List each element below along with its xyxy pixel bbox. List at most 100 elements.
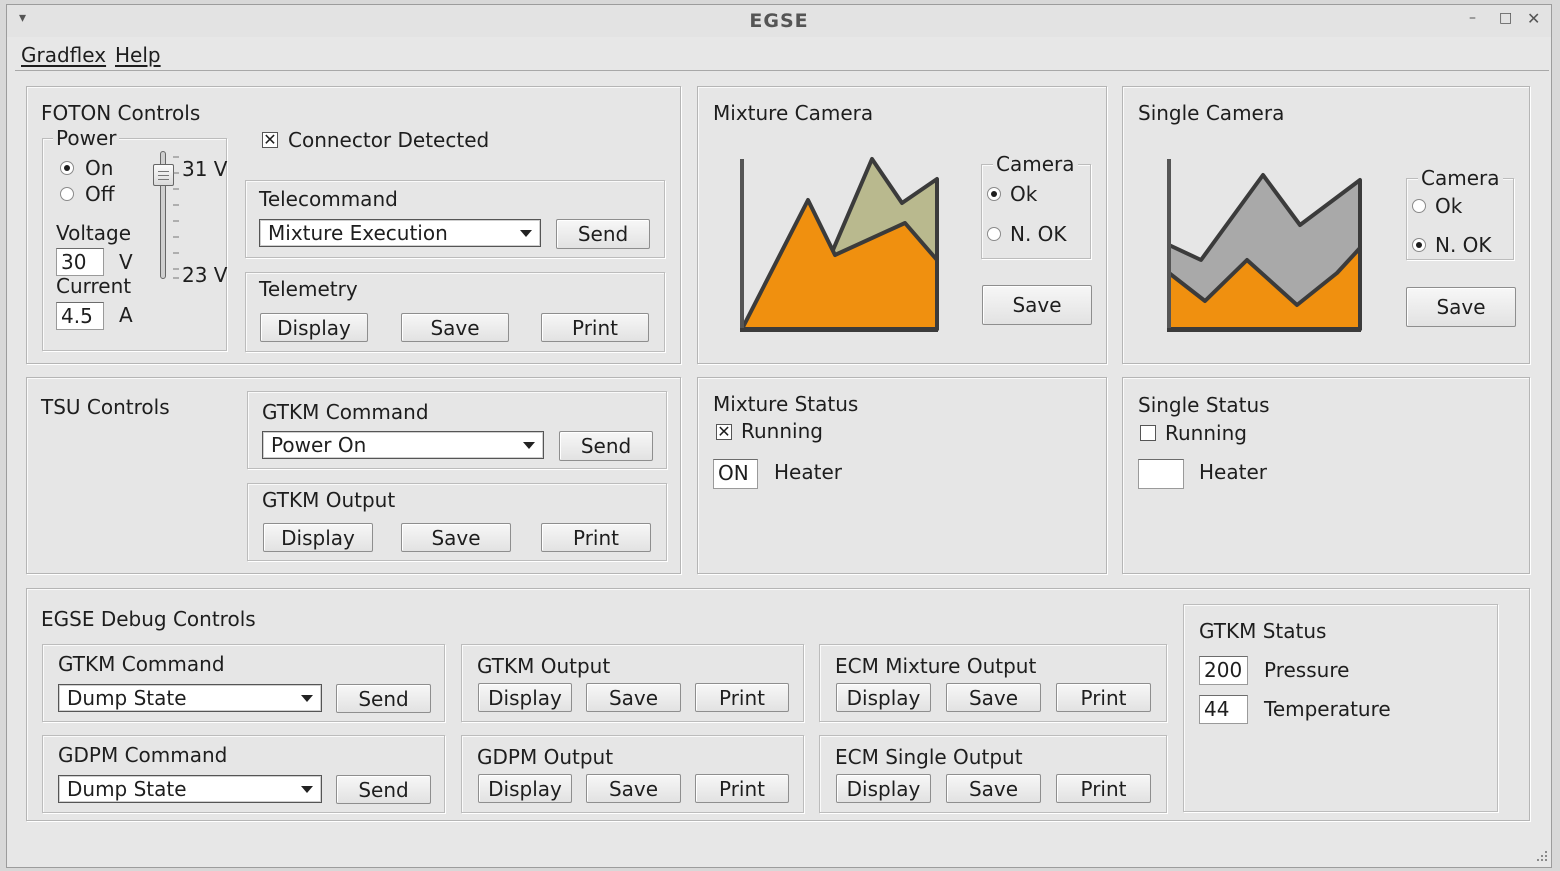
debug-gtkm-command-select[interactable]: Dump State	[58, 684, 322, 712]
mixture-camera-nok-radio[interactable]	[987, 227, 1001, 241]
telecommand-send-button[interactable]: Send	[556, 219, 650, 249]
telemetry-print-button[interactable]: Print	[541, 313, 649, 342]
mixture-running-label: Running	[741, 419, 823, 443]
debug-gdpm-output-title: GDPM Output	[477, 745, 614, 769]
single-camera-save-button[interactable]: Save	[1406, 287, 1516, 327]
debug-gtkm-output-title: GTKM Output	[477, 654, 611, 678]
menu-help[interactable]: Help	[115, 43, 161, 67]
mixture-camera-title: Mixture Camera	[713, 101, 874, 125]
power-off-radio[interactable]	[60, 187, 74, 201]
debug-gtkm-command-title: GTKM Command	[58, 652, 225, 676]
tsu-gtkm-command-group: GTKM Command Power On Send	[247, 391, 667, 469]
tsu-gtkm-output-title: GTKM Output	[262, 488, 396, 512]
debug-ecm-single-output-display-button[interactable]: Display	[836, 774, 931, 803]
voltage-unit: V	[119, 250, 133, 274]
voltage-field[interactable]: 30	[56, 248, 104, 276]
debug-gtkm-command-send-button[interactable]: Send	[336, 684, 431, 713]
current-field[interactable]: 4.5	[56, 302, 104, 330]
single-heater-field[interactable]	[1138, 459, 1184, 489]
debug-controls-title: EGSE Debug Controls	[41, 607, 256, 631]
chevron-down-icon	[520, 230, 532, 237]
single-status-panel: Single Status Running Heater	[1122, 377, 1530, 574]
egse-window: ▾ EGSE – □ ✕ Gradflex Help FOTON Control…	[6, 4, 1552, 868]
mixture-camera-legend: Camera	[993, 152, 1078, 176]
tsu-gtkm-command-selected: Power On	[271, 433, 367, 457]
debug-gdpm-command-send-button[interactable]: Send	[336, 775, 431, 804]
mixture-heater-label: Heater	[774, 460, 842, 484]
debug-gdpm-command-group: GDPM Command Dump State Send	[42, 735, 445, 813]
debug-ecm-single-output-print-button[interactable]: Print	[1056, 774, 1151, 803]
area-chart-icon	[740, 157, 939, 332]
maximize-icon[interactable]: □	[1499, 10, 1512, 26]
debug-gdpm-output-save-button[interactable]: Save	[586, 774, 681, 803]
mixture-camera-panel: Mixture Camera Camera Ok N. OK Save	[697, 86, 1107, 364]
telecommand-title: Telecommand	[259, 187, 398, 211]
close-icon[interactable]: ✕	[1527, 9, 1540, 28]
gtkm-temperature-field[interactable]: 44	[1199, 695, 1248, 724]
tsu-gtkm-output-display-button[interactable]: Display	[263, 523, 373, 552]
debug-ecm-mixture-output-save-button[interactable]: Save	[946, 683, 1041, 712]
mixture-status-panel: Mixture Status ✕ Running ON Heater	[697, 377, 1107, 574]
tsu-gtkm-command-select[interactable]: Power On	[262, 431, 544, 459]
gtkm-temperature-label: Temperature	[1264, 697, 1391, 721]
gtkm-pressure-field[interactable]: 200	[1199, 656, 1248, 685]
debug-ecm-mixture-output-title: ECM Mixture Output	[835, 654, 1037, 678]
power-on-label: On	[85, 156, 114, 180]
debug-gdpm-output-display-button[interactable]: Display	[478, 774, 572, 803]
slider-max-label: 31 V	[182, 157, 228, 181]
telecommand-selected: Mixture Execution	[268, 221, 448, 245]
debug-ecm-mixture-output-print-button[interactable]: Print	[1056, 683, 1151, 712]
single-camera-panel: Single Camera Camera Ok N. OK Save	[1122, 86, 1530, 364]
menu-gradflex[interactable]: Gradflex	[21, 43, 106, 67]
egse-debug-controls-panel: EGSE Debug Controls GTKM Command Dump St…	[26, 588, 1530, 821]
debug-ecm-single-output-group: ECM Single Output Display Save Print	[819, 735, 1167, 813]
mixture-camera-ok-radio[interactable]	[987, 187, 1001, 201]
single-camera-ok-radio[interactable]	[1412, 199, 1426, 213]
tsu-controls-title: TSU Controls	[41, 395, 170, 419]
debug-gdpm-output-group: GDPM Output Display Save Print	[461, 735, 804, 813]
debug-gtkm-output-save-button[interactable]: Save	[586, 683, 681, 712]
title-bar: ▾ EGSE – □ ✕	[7, 5, 1551, 37]
gtkm-status-title: GTKM Status	[1199, 619, 1327, 643]
mixture-heater-field[interactable]: ON	[713, 459, 758, 489]
tsu-gtkm-command-send-button[interactable]: Send	[559, 431, 653, 461]
telemetry-display-button[interactable]: Display	[260, 313, 368, 342]
resize-grip-icon[interactable]	[1533, 849, 1549, 865]
mixture-running-checkbox[interactable]: ✕	[716, 424, 732, 440]
debug-gdpm-command-title: GDPM Command	[58, 743, 228, 767]
single-camera-group: Camera Ok N. OK	[1406, 166, 1514, 260]
telecommand-select[interactable]: Mixture Execution	[259, 219, 541, 247]
debug-ecm-mixture-output-display-button[interactable]: Display	[836, 683, 931, 712]
mixture-camera-ok-label: Ok	[1010, 182, 1038, 206]
debug-gdpm-command-select[interactable]: Dump State	[58, 775, 322, 803]
mixture-camera-save-button[interactable]: Save	[982, 285, 1092, 325]
single-camera-title: Single Camera	[1138, 101, 1285, 125]
chevron-down-icon	[523, 442, 535, 449]
gtkm-status-group: GTKM Status 200 Pressure 44 Temperature	[1183, 604, 1498, 812]
single-camera-ok-label: Ok	[1435, 194, 1463, 218]
current-label: Current	[56, 274, 132, 298]
voltage-slider-ticks	[173, 156, 179, 279]
debug-gtkm-output-print-button[interactable]: Print	[695, 683, 789, 712]
mixture-camera-group: Camera Ok N. OK	[981, 152, 1091, 259]
tsu-gtkm-output-print-button[interactable]: Print	[541, 523, 651, 552]
tsu-gtkm-output-group: GTKM Output Display Save Print	[247, 483, 667, 561]
telemetry-title: Telemetry	[259, 277, 358, 301]
chevron-down-icon	[301, 695, 313, 702]
single-running-label: Running	[1165, 421, 1247, 445]
connector-detected-checkbox[interactable]: ✕	[262, 132, 278, 148]
single-status-title: Single Status	[1138, 393, 1270, 417]
debug-ecm-single-output-save-button[interactable]: Save	[946, 774, 1041, 803]
debug-gtkm-output-display-button[interactable]: Display	[478, 683, 572, 712]
power-on-radio[interactable]	[60, 161, 74, 175]
voltage-label: Voltage	[56, 221, 132, 245]
tsu-gtkm-output-save-button[interactable]: Save	[401, 523, 511, 552]
telemetry-save-button[interactable]: Save	[401, 313, 509, 342]
tsu-gtkm-command-title: GTKM Command	[262, 400, 429, 424]
single-running-checkbox[interactable]	[1140, 425, 1156, 441]
minimize-icon[interactable]: –	[1469, 10, 1476, 26]
debug-gdpm-output-print-button[interactable]: Print	[695, 774, 789, 803]
single-camera-nok-radio[interactable]	[1412, 238, 1426, 252]
voltage-slider-handle[interactable]	[153, 164, 174, 187]
current-unit: A	[119, 303, 133, 327]
